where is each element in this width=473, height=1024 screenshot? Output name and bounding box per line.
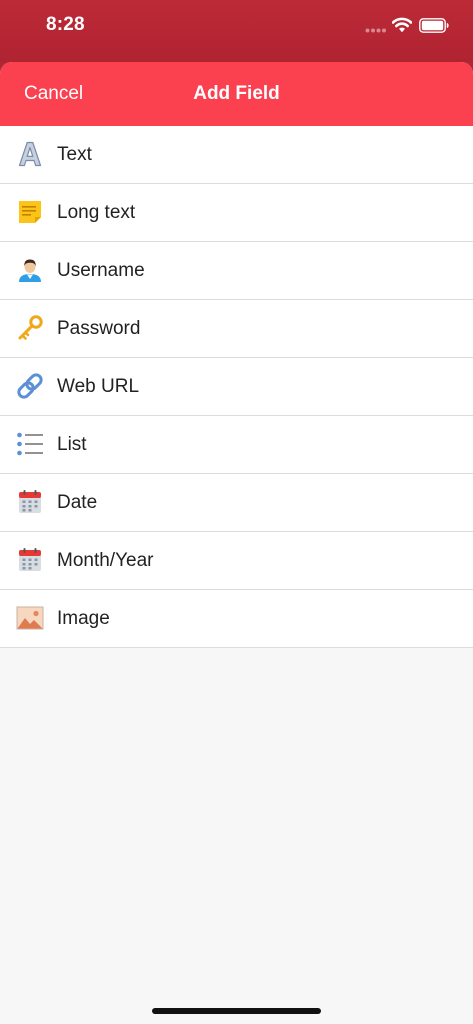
- field-option-image[interactable]: Image: [0, 590, 473, 648]
- home-indicator[interactable]: [152, 1008, 321, 1014]
- letter-a-icon: [16, 140, 44, 168]
- field-option-label: List: [57, 434, 87, 455]
- calendar-icon: [16, 488, 44, 516]
- field-option-month-year[interactable]: Month/Year: [0, 532, 473, 590]
- field-option-date[interactable]: Date: [0, 474, 473, 532]
- field-option-label: Password: [57, 318, 141, 339]
- field-option-text[interactable]: Text: [0, 126, 473, 184]
- signal-icon: [365, 28, 386, 33]
- user-icon: [16, 256, 44, 284]
- field-option-label: Web URL: [57, 376, 140, 397]
- field-option-label: Text: [57, 144, 92, 165]
- field-option-list[interactable]: List: [0, 416, 473, 474]
- field-option-label: Month/Year: [57, 550, 154, 571]
- add-field-sheet: Cancel Add Field Text Long text Username…: [0, 62, 473, 1024]
- nav-bar: Cancel Add Field: [0, 62, 473, 126]
- wifi-icon: [392, 17, 412, 33]
- field-option-username[interactable]: Username: [0, 242, 473, 300]
- battery-icon: [419, 18, 449, 33]
- key-icon: [16, 314, 44, 342]
- field-option-label: Date: [57, 492, 98, 513]
- field-option-label: Image: [57, 608, 110, 629]
- status-bar: 8:28: [0, 0, 473, 62]
- status-time: 8:28: [46, 14, 85, 35]
- calendar-icon: [16, 546, 44, 574]
- cancel-button[interactable]: Cancel: [24, 83, 83, 105]
- image-icon: [16, 604, 44, 632]
- field-type-list: Text Long text Username Password Web URL…: [0, 126, 473, 648]
- link-icon: [16, 372, 44, 400]
- sticky-note-icon: [16, 198, 44, 226]
- list-icon: [16, 430, 44, 458]
- field-option-label: Username: [57, 260, 145, 281]
- field-option-web-url[interactable]: Web URL: [0, 358, 473, 416]
- field-option-password[interactable]: Password: [0, 300, 473, 358]
- field-option-long-text[interactable]: Long text: [0, 184, 473, 242]
- field-option-label: Long text: [57, 202, 136, 223]
